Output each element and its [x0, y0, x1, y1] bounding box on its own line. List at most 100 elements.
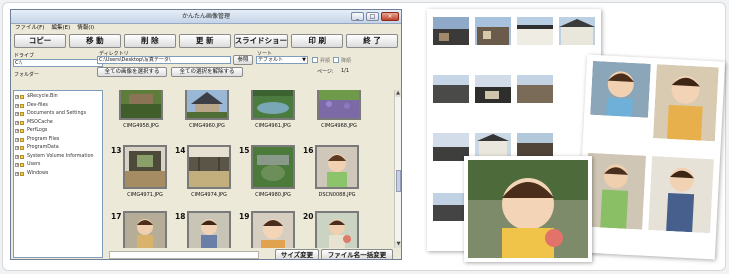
tree-item[interactable]: + MSOCache: [14, 119, 102, 128]
folder-name: Users: [27, 162, 41, 167]
copy-button[interactable]: コピー: [14, 34, 66, 48]
menu-bar: ファイル(F) 編集(E) 情報(I): [11, 24, 401, 33]
menu-edit[interactable]: 編集(E): [51, 24, 70, 33]
delete-button[interactable]: 削 除: [123, 34, 176, 48]
scroll-up-icon[interactable]: ▲: [395, 90, 401, 97]
thumbnail-image[interactable]: [187, 211, 231, 248]
thumbnail-image[interactable]: [119, 90, 163, 120]
sort-select[interactable]: デフォルト ▼: [256, 56, 308, 64]
folder-icon: [20, 163, 24, 167]
print-photo: [475, 17, 511, 45]
ascending-checkbox[interactable]: [312, 57, 318, 63]
sort-value: デフォルト: [258, 57, 284, 63]
folder-icon: [20, 137, 24, 142]
thumbnail-image[interactable]: [187, 145, 231, 189]
photo-tatami: [189, 147, 229, 187]
thumbnail-number: 19: [239, 212, 250, 221]
expand-icon[interactable]: +: [15, 146, 19, 150]
thumbnail-image[interactable]: [317, 90, 361, 120]
tree-item[interactable]: + Dev-files: [14, 102, 102, 111]
update-button[interactable]: 更 新: [178, 34, 231, 48]
expand-icon[interactable]: +: [15, 129, 19, 133]
print-photo: [475, 75, 511, 103]
menu-file[interactable]: ファイル(F): [15, 24, 44, 33]
deselect-all-button[interactable]: 全ての選択を解除する: [171, 67, 243, 77]
resize-button[interactable]: サイズ変更: [275, 249, 319, 259]
tree-item[interactable]: + PerfLogs: [14, 127, 102, 136]
expand-icon[interactable]: +: [15, 163, 19, 167]
thumbnail-image[interactable]: [251, 211, 295, 248]
scroll-down-icon[interactable]: ▼: [395, 241, 401, 248]
tree-item[interactable]: + System Volume Information: [14, 153, 102, 162]
maximize-button[interactable]: □: [366, 12, 379, 21]
thumbnail-image[interactable]: [315, 211, 359, 248]
thumbnail-label: CIMG4960.JPG: [189, 123, 225, 129]
thumbnail-image[interactable]: [315, 145, 359, 189]
tree-item[interactable]: + $Recycle.Bin: [14, 93, 102, 102]
move-button[interactable]: 移 動: [68, 34, 121, 48]
tree-item[interactable]: + ProgramData: [14, 144, 102, 153]
print-photo: [559, 17, 595, 45]
browse-button[interactable]: 参照: [233, 55, 253, 65]
print-photo: [433, 17, 469, 45]
thumbnail-label: CIMG4971.JPG: [127, 192, 163, 198]
folder-name: Program Files: [27, 136, 60, 142]
close-button[interactable]: ×: [381, 12, 399, 21]
progress-bar: [109, 251, 259, 259]
thumbnail-image[interactable]: [185, 90, 229, 120]
toolbar: コピー 移 動 削 除 更 新 スライドショー 印 刷 終 了: [11, 33, 401, 50]
expand-icon[interactable]: +: [15, 154, 19, 159]
slideshow-button[interactable]: スライドショー: [233, 34, 289, 48]
menu-info[interactable]: 情報(I): [77, 24, 94, 33]
tree-item[interactable]: + Windows: [14, 170, 102, 179]
expand-icon[interactable]: +: [15, 95, 19, 99]
scroll-thumb[interactable]: [396, 170, 401, 192]
print-photo: [652, 64, 719, 142]
folder-name: Dev-files: [27, 102, 48, 108]
photo-child-sitting: [189, 213, 229, 248]
thumbnail-label: CIMG4968.JPG: [321, 123, 357, 129]
expand-icon[interactable]: +: [15, 137, 19, 142]
thumbnail-number: 16: [303, 146, 314, 155]
tree-item[interactable]: + Documents and Settings: [14, 110, 102, 119]
thumbnail-image[interactable]: [251, 90, 295, 120]
select-all-button[interactable]: 全ての画像を選択する: [97, 67, 167, 77]
thumbnail-image[interactable]: [123, 145, 167, 189]
thumbnail-label: CIMG4958.JPG: [123, 123, 159, 129]
tree-item[interactable]: + Users: [14, 161, 102, 170]
thumbnail-image[interactable]: [251, 145, 295, 189]
vertical-scrollbar[interactable]: ▲ ▼: [394, 90, 401, 248]
folder-icon: [20, 103, 24, 108]
tree-item[interactable]: + Program Files: [14, 136, 102, 145]
expand-icon[interactable]: +: [15, 103, 19, 108]
descending-checkbox[interactable]: [333, 57, 339, 63]
expand-icon[interactable]: +: [15, 171, 19, 176]
exit-button[interactable]: 終 了: [346, 34, 399, 48]
descending-label: 降順: [341, 58, 352, 64]
photo-pond: [253, 90, 293, 118]
print-photo: [517, 75, 553, 103]
folder-tree: + $Recycle.Bin + Dev-files + Documents and …: [13, 90, 103, 258]
expand-icon[interactable]: +: [15, 120, 19, 125]
minimize-button[interactable]: _: [351, 12, 364, 21]
photo-veranda: [125, 147, 165, 187]
print-photo: [517, 17, 553, 45]
directory-input[interactable]: C:\Users\Desktop\写真データ\: [97, 56, 231, 64]
folder-icon: [20, 129, 24, 133]
thumbnail-image[interactable]: [123, 211, 167, 248]
thumbnail-number: 14: [175, 146, 186, 155]
page-label: ページ:: [317, 69, 334, 75]
drive-select[interactable]: C:\ ▼: [13, 59, 103, 67]
folder-icon: [20, 112, 24, 116]
thumbnail-label: DSCN0088.JPG: [318, 192, 356, 198]
print-button[interactable]: 印 刷: [291, 34, 344, 48]
batch-rename-button[interactable]: ファイル名一括変更: [321, 249, 393, 259]
folder-icon: [20, 171, 24, 176]
folder-icon: [20, 120, 24, 125]
thumbnail-label: CIMG4974.JPG: [191, 192, 227, 198]
folder-name: PerfLogs: [27, 128, 48, 133]
print-page-child-1: [464, 156, 592, 262]
print-photo: [648, 156, 714, 234]
expand-icon[interactable]: +: [15, 112, 19, 116]
drive-value: C:\: [15, 60, 22, 66]
